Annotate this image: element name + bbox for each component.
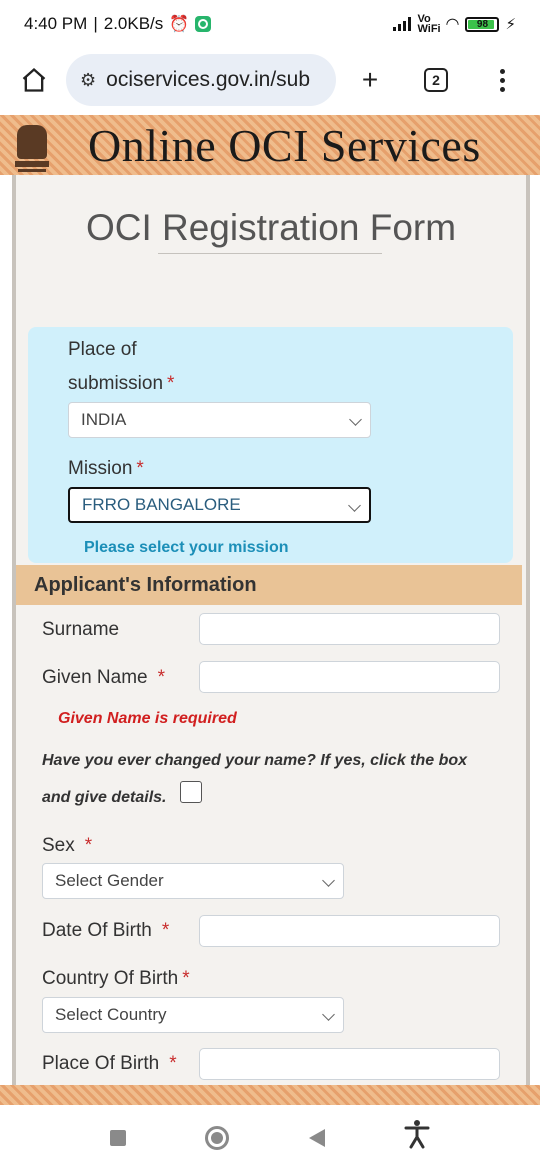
mission-hint: Please select your mission xyxy=(84,539,289,556)
sex-label: Sex * xyxy=(42,835,93,856)
place-of-birth-label: Place Of Birth * xyxy=(42,1053,177,1074)
url-text: ociservices.gov.in/sub xyxy=(106,68,311,91)
network-speed: 2.0KB/s xyxy=(103,14,164,33)
chevron-down-icon xyxy=(322,1008,335,1021)
footer-banner xyxy=(0,1085,540,1105)
date-of-birth-input[interactable] xyxy=(199,915,500,947)
given-name-label: Given Name * xyxy=(42,667,166,688)
place-of-birth-input[interactable] xyxy=(199,1048,500,1080)
recent-apps-icon[interactable] xyxy=(109,1129,126,1146)
wifi-icon: ◠ xyxy=(445,16,460,33)
back-icon[interactable] xyxy=(308,1128,325,1147)
surname-input[interactable] xyxy=(199,613,500,645)
chevron-down-icon xyxy=(322,874,335,887)
surname-label: Surname xyxy=(42,619,120,640)
place-of-submission-select[interactable]: INDIA xyxy=(68,402,371,438)
site-settings-icon[interactable]: ⚙ xyxy=(80,70,96,91)
submission-box xyxy=(28,327,513,563)
national-emblem-logo xyxy=(12,118,52,172)
battery-icon: 98 xyxy=(465,16,500,32)
menu-icon[interactable] xyxy=(482,60,522,100)
charging-icon: ⚡ xyxy=(505,16,516,33)
chevron-down-icon xyxy=(348,499,361,512)
home-nav-icon[interactable] xyxy=(205,1125,230,1150)
shield-icon xyxy=(195,16,212,32)
place-of-submission-label: Place of xyxy=(68,339,137,360)
gender-select[interactable]: Select Gender xyxy=(42,863,344,899)
given-name-error: Given Name is required xyxy=(58,710,237,727)
status-bar: 4:40 PM | 2.0KB/s ⏰ Vo WiFi ◠ 98 ⚡ xyxy=(0,0,540,48)
system-nav-bar xyxy=(0,1105,540,1170)
place-of-submission-label-line2: submission * xyxy=(68,373,175,394)
name-change-checkbox[interactable] xyxy=(180,781,202,803)
banner-title: Online OCI Services xyxy=(88,119,481,171)
name-change-question: Have you ever changed your name? If yes,… xyxy=(42,752,468,769)
address-bar[interactable]: ⚙ ociservices.gov.in/sub xyxy=(66,54,336,106)
signal-icon xyxy=(393,17,412,31)
accessibility-icon[interactable] xyxy=(404,1119,430,1156)
browser-toolbar: ⚙ ociservices.gov.in/sub + 2 xyxy=(0,48,540,112)
given-name-input[interactable] xyxy=(199,661,500,693)
country-of-birth-select[interactable]: Select Country xyxy=(42,997,344,1033)
form-container: OCI Registration Form Place of submissio… xyxy=(12,175,530,1085)
page-title: OCI Registration Form xyxy=(16,207,526,254)
name-change-question-line2: and give details. xyxy=(42,789,167,806)
site-banner: Online OCI Services xyxy=(0,115,540,175)
tabs-icon[interactable]: 2 xyxy=(416,60,456,100)
status-time: 4:40 PM xyxy=(24,14,88,33)
alarm-icon: ⏰ xyxy=(169,16,190,33)
country-of-birth-label: Country Of Birth * xyxy=(42,968,190,989)
new-tab-icon[interactable]: + xyxy=(350,60,390,100)
home-icon[interactable] xyxy=(14,60,54,100)
mission-select[interactable]: FRRO BANGALORE xyxy=(68,487,371,523)
chevron-down-icon xyxy=(349,413,362,426)
vowifi-label: Vo WiFi xyxy=(417,13,441,35)
applicant-section-header: Applicant's Information xyxy=(16,565,522,605)
date-of-birth-label: Date Of Birth * xyxy=(42,920,170,941)
mission-label: Mission * xyxy=(68,458,144,479)
